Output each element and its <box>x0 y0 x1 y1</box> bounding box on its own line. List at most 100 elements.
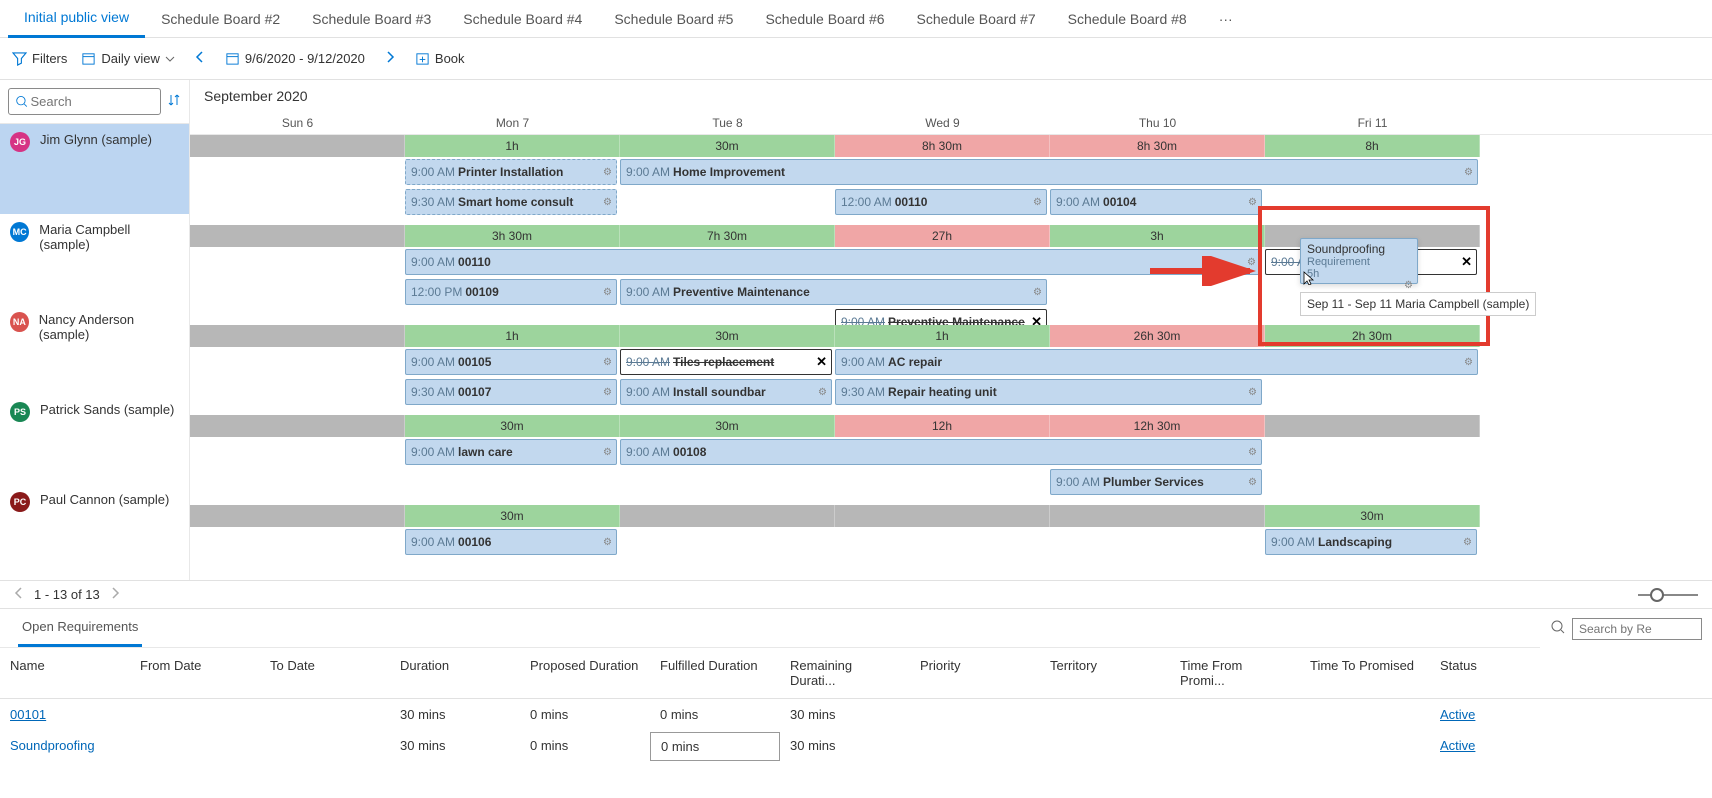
tab-board-2[interactable]: Schedule Board #2 <box>145 1 296 37</box>
month-header: September 2020 <box>190 80 1712 112</box>
utilization-cell: 30m <box>1265 505 1480 527</box>
utilization-cell: 30m <box>405 505 620 527</box>
plus-calendar-icon <box>415 51 430 66</box>
gear-icon: ⚙ <box>603 167 612 178</box>
requirement-link[interactable]: 00101 <box>10 707 46 722</box>
zoom-slider[interactable] <box>1638 594 1698 596</box>
next-week-button[interactable] <box>379 50 401 68</box>
booking[interactable]: 9:00 AM 00106⚙ <box>405 529 617 555</box>
status-link[interactable]: Active <box>1440 738 1475 753</box>
booking[interactable]: 9:00 AM Plumber Services⚙ <box>1050 469 1262 495</box>
tab-board-7[interactable]: Schedule Board #7 <box>901 1 1052 37</box>
booking[interactable]: 9:00 AM 00108⚙ <box>620 439 1262 465</box>
avatar: JG <box>10 132 30 152</box>
resource-row[interactable]: PSPatrick Sands (sample) <box>0 394 189 484</box>
booking[interactable]: 12:00 AM 00110⚙ <box>835 189 1047 215</box>
gear-icon: ⚙ <box>1033 197 1042 208</box>
close-icon: ✕ <box>1461 254 1472 270</box>
sort-button[interactable] <box>167 93 181 110</box>
booking[interactable]: 9:30 AM Smart home consult⚙ <box>405 189 617 215</box>
column-header[interactable]: Time To Promised <box>1300 652 1430 694</box>
tab-board-5[interactable]: Schedule Board #5 <box>598 1 749 37</box>
prev-week-button[interactable] <box>189 50 211 68</box>
gear-icon: ⚙ <box>603 197 612 208</box>
utilization-cell: 1h <box>835 325 1050 347</box>
tab-overflow[interactable]: ··· <box>1203 1 1249 37</box>
booking[interactable]: 9:00 AM Tiles replacement✕ <box>620 349 832 375</box>
column-header[interactable]: Remaining Durati... <box>780 652 910 694</box>
resource-name: Nancy Anderson (sample) <box>39 312 179 342</box>
resource-name: Maria Campbell (sample) <box>39 222 179 252</box>
day-header: Mon 7 <box>405 112 620 134</box>
view-select[interactable]: Daily view <box>81 51 175 66</box>
column-header[interactable]: Fulfilled Duration <box>650 652 780 694</box>
tab-initial[interactable]: Initial public view <box>8 0 145 38</box>
requirement-link[interactable]: Soundproofing <box>10 738 95 753</box>
booking[interactable]: 9:00 AM Preventive Maintenance⚙ <box>620 279 1047 305</box>
utilization-cell <box>190 505 405 527</box>
filters-button[interactable]: Filters <box>12 51 67 66</box>
column-header[interactable]: Priority <box>910 652 1040 694</box>
tab-board-4[interactable]: Schedule Board #4 <box>447 1 598 37</box>
booking[interactable]: 9:00 AM AC repair⚙ <box>835 349 1478 375</box>
schedule-board[interactable]: September 2020 Sun 6Mon 7Tue 8Wed 9Thu 1… <box>190 80 1712 580</box>
grid-row[interactable]: Soundproofing30 mins0 mins0 mins30 minsA… <box>0 730 1712 763</box>
pager-next[interactable] <box>110 587 120 602</box>
resource-name: Jim Glynn (sample) <box>40 132 152 147</box>
utilization-cell <box>190 415 405 437</box>
day-header: Sun 6 <box>190 112 405 134</box>
utilization-cell: 8h 30m <box>1050 135 1265 157</box>
utilization-cell: 30m <box>620 135 835 157</box>
search-icon <box>15 94 29 109</box>
column-header[interactable]: Duration <box>390 652 520 694</box>
resource-row[interactable]: JG Jim Glynn (sample) <box>0 124 189 214</box>
tab-board-3[interactable]: Schedule Board #3 <box>296 1 447 37</box>
gear-icon: ⚙ <box>1464 357 1473 368</box>
booking[interactable]: 9:00 AM 00110⚙ <box>405 249 1261 275</box>
booking[interactable]: 9:00 AM Install soundbar⚙ <box>620 379 832 405</box>
drag-dur: 5h <box>1307 268 1411 280</box>
resource-row[interactable]: NA Nancy Anderson (sample) <box>0 304 189 394</box>
panel-tab-open-req[interactable]: Open Requirements <box>18 609 142 647</box>
utilization-cell <box>835 505 1050 527</box>
utilization-cell <box>190 225 405 247</box>
column-header[interactable]: Status <box>1430 652 1530 694</box>
grid-row[interactable]: 0010130 mins0 mins0 mins30 minsActive <box>0 699 1712 730</box>
resource-row[interactable]: MCMaria Campbell (sample) <box>0 214 189 304</box>
column-header[interactable]: To Date <box>260 652 390 694</box>
avatar: PS <box>10 402 30 422</box>
status-link[interactable]: Active <box>1440 707 1475 722</box>
booking[interactable]: 9:30 AM 00107⚙ <box>405 379 617 405</box>
column-header[interactable]: Proposed Duration <box>520 652 650 694</box>
filter-icon <box>12 51 27 66</box>
date-range-picker[interactable]: 9/6/2020 - 9/12/2020 <box>225 51 365 66</box>
gear-icon: ⚙ <box>1404 280 1413 291</box>
search-box[interactable] <box>8 88 161 115</box>
booking[interactable]: 9:00 AM 00104⚙ <box>1050 189 1262 215</box>
tab-board-8[interactable]: Schedule Board #8 <box>1052 1 1203 37</box>
column-header[interactable]: Name <box>0 652 130 694</box>
booking[interactable]: 12:00 PM 00109⚙ <box>405 279 617 305</box>
pager: 1 - 13 of 13 <box>0 580 1712 608</box>
search-input[interactable] <box>29 92 155 111</box>
book-button[interactable]: Book <box>415 51 465 66</box>
utilization-cell: 30m <box>405 415 620 437</box>
booking[interactable]: 9:00 AM Printer Installation⚙ <box>405 159 617 185</box>
pager-prev[interactable] <box>14 587 24 602</box>
booking[interactable]: 9:00 AM lawn care⚙ <box>405 439 617 465</box>
grid-search-button[interactable] <box>1550 619 1566 638</box>
booking[interactable]: 9:00 AM Landscaping⚙ <box>1265 529 1477 555</box>
utilization-cell <box>1265 415 1480 437</box>
column-header[interactable]: From Date <box>130 652 260 694</box>
resource-row[interactable]: PCPaul Cannon (sample) <box>0 484 189 574</box>
booking[interactable]: 9:30 AM Repair heating unit⚙ <box>835 379 1262 405</box>
column-header[interactable]: Time From Promi... <box>1170 652 1300 694</box>
grid-search-input[interactable] <box>1572 618 1702 640</box>
drag-preview[interactable]: Soundproofing Requirement 5h ⚙ <box>1300 238 1418 284</box>
booking[interactable]: 9:00 AM Home Improvement⚙ <box>620 159 1478 185</box>
utilization-cell: 12h <box>835 415 1050 437</box>
column-header[interactable]: Territory <box>1040 652 1170 694</box>
booking[interactable]: 9:00 AM 00105⚙ <box>405 349 617 375</box>
tab-board-6[interactable]: Schedule Board #6 <box>749 1 900 37</box>
avatar: NA <box>10 312 29 332</box>
